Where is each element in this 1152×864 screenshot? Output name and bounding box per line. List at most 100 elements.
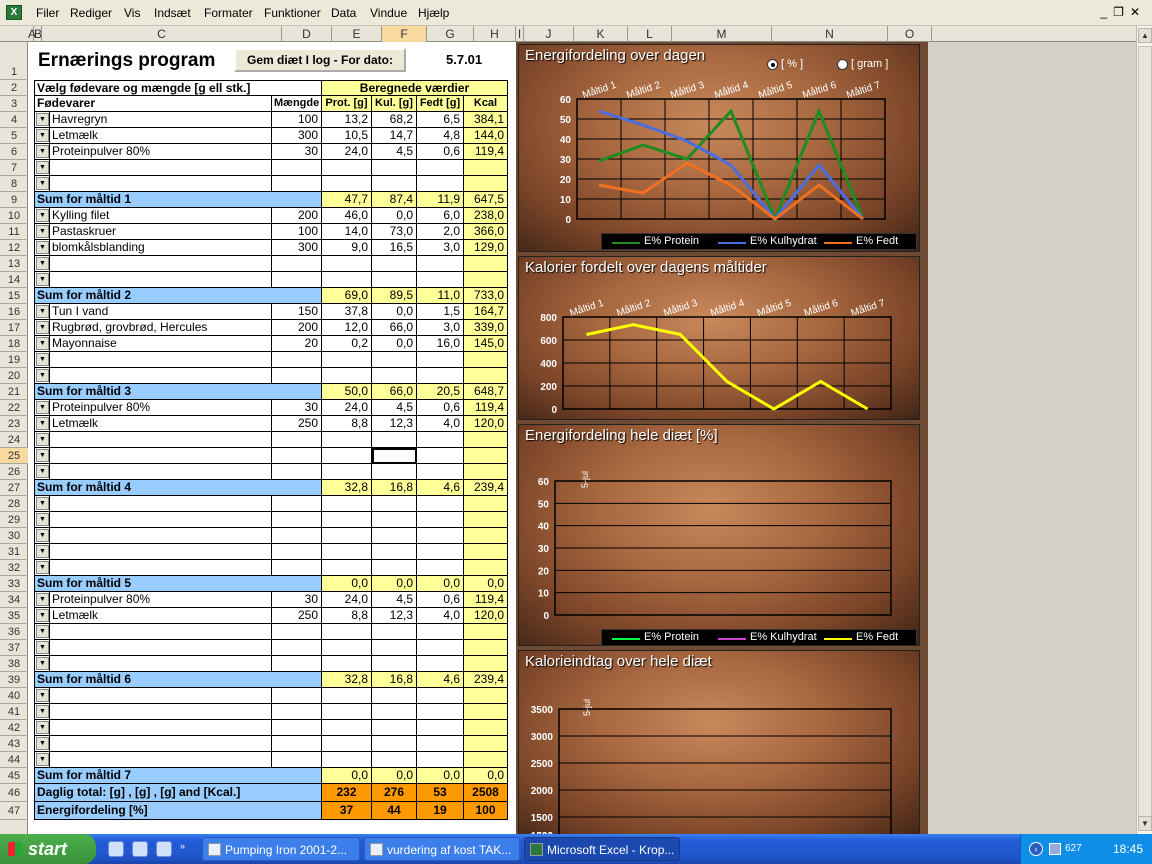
chevron-down-icon[interactable]: ▼ (36, 273, 49, 286)
row-header[interactable]: 17 (0, 320, 28, 336)
food-name-cell[interactable] (50, 496, 272, 512)
chevron-down-icon[interactable]: ▼ (36, 225, 49, 238)
food-name-cell[interactable]: Proteinpulver 80% (50, 400, 272, 416)
amount-cell[interactable] (272, 688, 322, 704)
amount-cell[interactable]: 30 (272, 592, 322, 608)
amount-cell[interactable] (272, 656, 322, 672)
row-header[interactable]: 4 (0, 112, 28, 128)
food-name-cell[interactable] (50, 688, 272, 704)
chevron-down-icon[interactable]: ▼ (36, 689, 49, 702)
chevron-down-icon[interactable]: ▼ (36, 449, 49, 462)
menu-indsaet[interactable]: Indsæt (154, 6, 191, 20)
row-header[interactable]: 26 (0, 464, 28, 480)
food-dropdown[interactable]: ▼ (34, 176, 50, 192)
food-dropdown[interactable]: ▼ (34, 704, 50, 720)
food-name-cell[interactable] (50, 640, 272, 656)
amount-cell[interactable] (272, 352, 322, 368)
food-name-cell[interactable] (50, 176, 272, 192)
chevron-down-icon[interactable]: ▼ (36, 145, 49, 158)
chevron-down-icon[interactable]: ▼ (36, 609, 49, 622)
amount-cell[interactable] (272, 160, 322, 176)
row-header[interactable]: 23 (0, 416, 28, 432)
row-header[interactable]: 19 (0, 352, 28, 368)
vertical-scrollbar[interactable]: ▲ ▼ (1136, 26, 1152, 834)
amount-cell[interactable] (272, 544, 322, 560)
food-name-cell[interactable]: Tun I vand (50, 304, 272, 320)
column-header-i[interactable]: I (516, 26, 524, 42)
menu-data[interactable]: Data (331, 6, 356, 20)
row-header[interactable]: 34 (0, 592, 28, 608)
amount-cell[interactable]: 250 (272, 416, 322, 432)
row-header[interactable]: 40 (0, 688, 28, 704)
food-name-cell[interactable] (50, 704, 272, 720)
row-header[interactable]: 39 (0, 672, 28, 688)
food-name-cell[interactable]: Letmælk (50, 608, 272, 624)
menu-vindue[interactable]: Vindue (370, 6, 407, 20)
food-dropdown[interactable]: ▼ (34, 448, 50, 464)
chart-kcal-diet[interactable]: Kalorieindtag over hele diæt 50010001500… (518, 650, 920, 834)
food-dropdown[interactable]: ▼ (34, 720, 50, 736)
food-name-cell[interactable]: Proteinpulver 80% (50, 144, 272, 160)
food-dropdown[interactable]: ▼ (34, 432, 50, 448)
minimize-icon[interactable]: _ (1100, 5, 1113, 19)
amount-cell[interactable]: 150 (272, 304, 322, 320)
chevron-down-icon[interactable]: ▼ (36, 241, 49, 254)
amount-cell[interactable]: 250 (272, 608, 322, 624)
column-header-l[interactable]: L (628, 26, 672, 42)
chevron-down-icon[interactable]: ▼ (36, 721, 49, 734)
column-header-g[interactable]: G (427, 26, 474, 42)
amount-cell[interactable]: 300 (272, 240, 322, 256)
row-header[interactable]: 11 (0, 224, 28, 240)
chevron-down-icon[interactable]: ▼ (36, 161, 49, 174)
food-dropdown[interactable]: ▼ (34, 544, 50, 560)
row-header[interactable]: 1 (0, 42, 28, 80)
amount-cell[interactable]: 30 (272, 400, 322, 416)
food-name-cell[interactable]: Kylling filet (50, 208, 272, 224)
chevron-down-icon[interactable]: ▼ (36, 753, 49, 766)
food-dropdown[interactable]: ▼ (34, 608, 50, 624)
food-dropdown[interactable]: ▼ (34, 368, 50, 384)
food-name-cell[interactable] (50, 448, 272, 464)
chevron-down-icon[interactable]: ▼ (36, 321, 49, 334)
chevron-down-icon[interactable]: ▼ (36, 257, 49, 270)
food-dropdown[interactable]: ▼ (34, 224, 50, 240)
restore-icon[interactable]: ❐ (1113, 5, 1130, 19)
column-header-d[interactable]: D (282, 26, 332, 42)
food-name-cell[interactable]: Letmælk (50, 128, 272, 144)
row-header[interactable]: 24 (0, 432, 28, 448)
food-dropdown[interactable]: ▼ (34, 128, 50, 144)
column-header-j[interactable]: J (524, 26, 574, 42)
food-name-cell[interactable]: Pastaskruer (50, 224, 272, 240)
amount-cell[interactable]: 300 (272, 128, 322, 144)
amount-cell[interactable] (272, 704, 322, 720)
food-name-cell[interactable]: Rugbrød, grovbrød, Hercules (50, 320, 272, 336)
task-excel[interactable]: Microsoft Excel - Krop... (524, 837, 680, 861)
food-name-cell[interactable] (50, 736, 272, 752)
food-dropdown[interactable]: ▼ (34, 336, 50, 352)
food-dropdown[interactable]: ▼ (34, 592, 50, 608)
row-header[interactable]: 30 (0, 528, 28, 544)
row-header[interactable]: 13 (0, 256, 28, 272)
column-header-c[interactable]: C (42, 26, 282, 42)
row-header[interactable]: 42 (0, 720, 28, 736)
column-header-k[interactable]: K (574, 26, 628, 42)
row-header[interactable]: 12 (0, 240, 28, 256)
chevron-down-icon[interactable]: ▼ (36, 465, 49, 478)
row-header[interactable]: 5 (0, 128, 28, 144)
food-name-cell[interactable] (50, 272, 272, 288)
food-name-cell[interactable]: Letmælk (50, 416, 272, 432)
food-name-cell[interactable] (50, 464, 272, 480)
row-header[interactable]: 29 (0, 512, 28, 528)
chevron-down-icon[interactable]: ▼ (36, 529, 49, 542)
chevron-down-icon[interactable]: ▼ (36, 705, 49, 718)
row-header[interactable]: 2 (0, 80, 28, 96)
column-header-f[interactable]: F (382, 26, 427, 42)
chart-kcal-meals[interactable]: Kalorier fordelt over dagens måltider 02… (518, 256, 920, 420)
row-header[interactable]: 25 (0, 448, 28, 464)
row-header[interactable]: 45 (0, 768, 28, 784)
food-name-cell[interactable] (50, 368, 272, 384)
row-header[interactable]: 8 (0, 176, 28, 192)
food-dropdown[interactable]: ▼ (34, 640, 50, 656)
food-name-cell[interactable] (50, 720, 272, 736)
chevron-down-icon[interactable]: ▼ (36, 545, 49, 558)
